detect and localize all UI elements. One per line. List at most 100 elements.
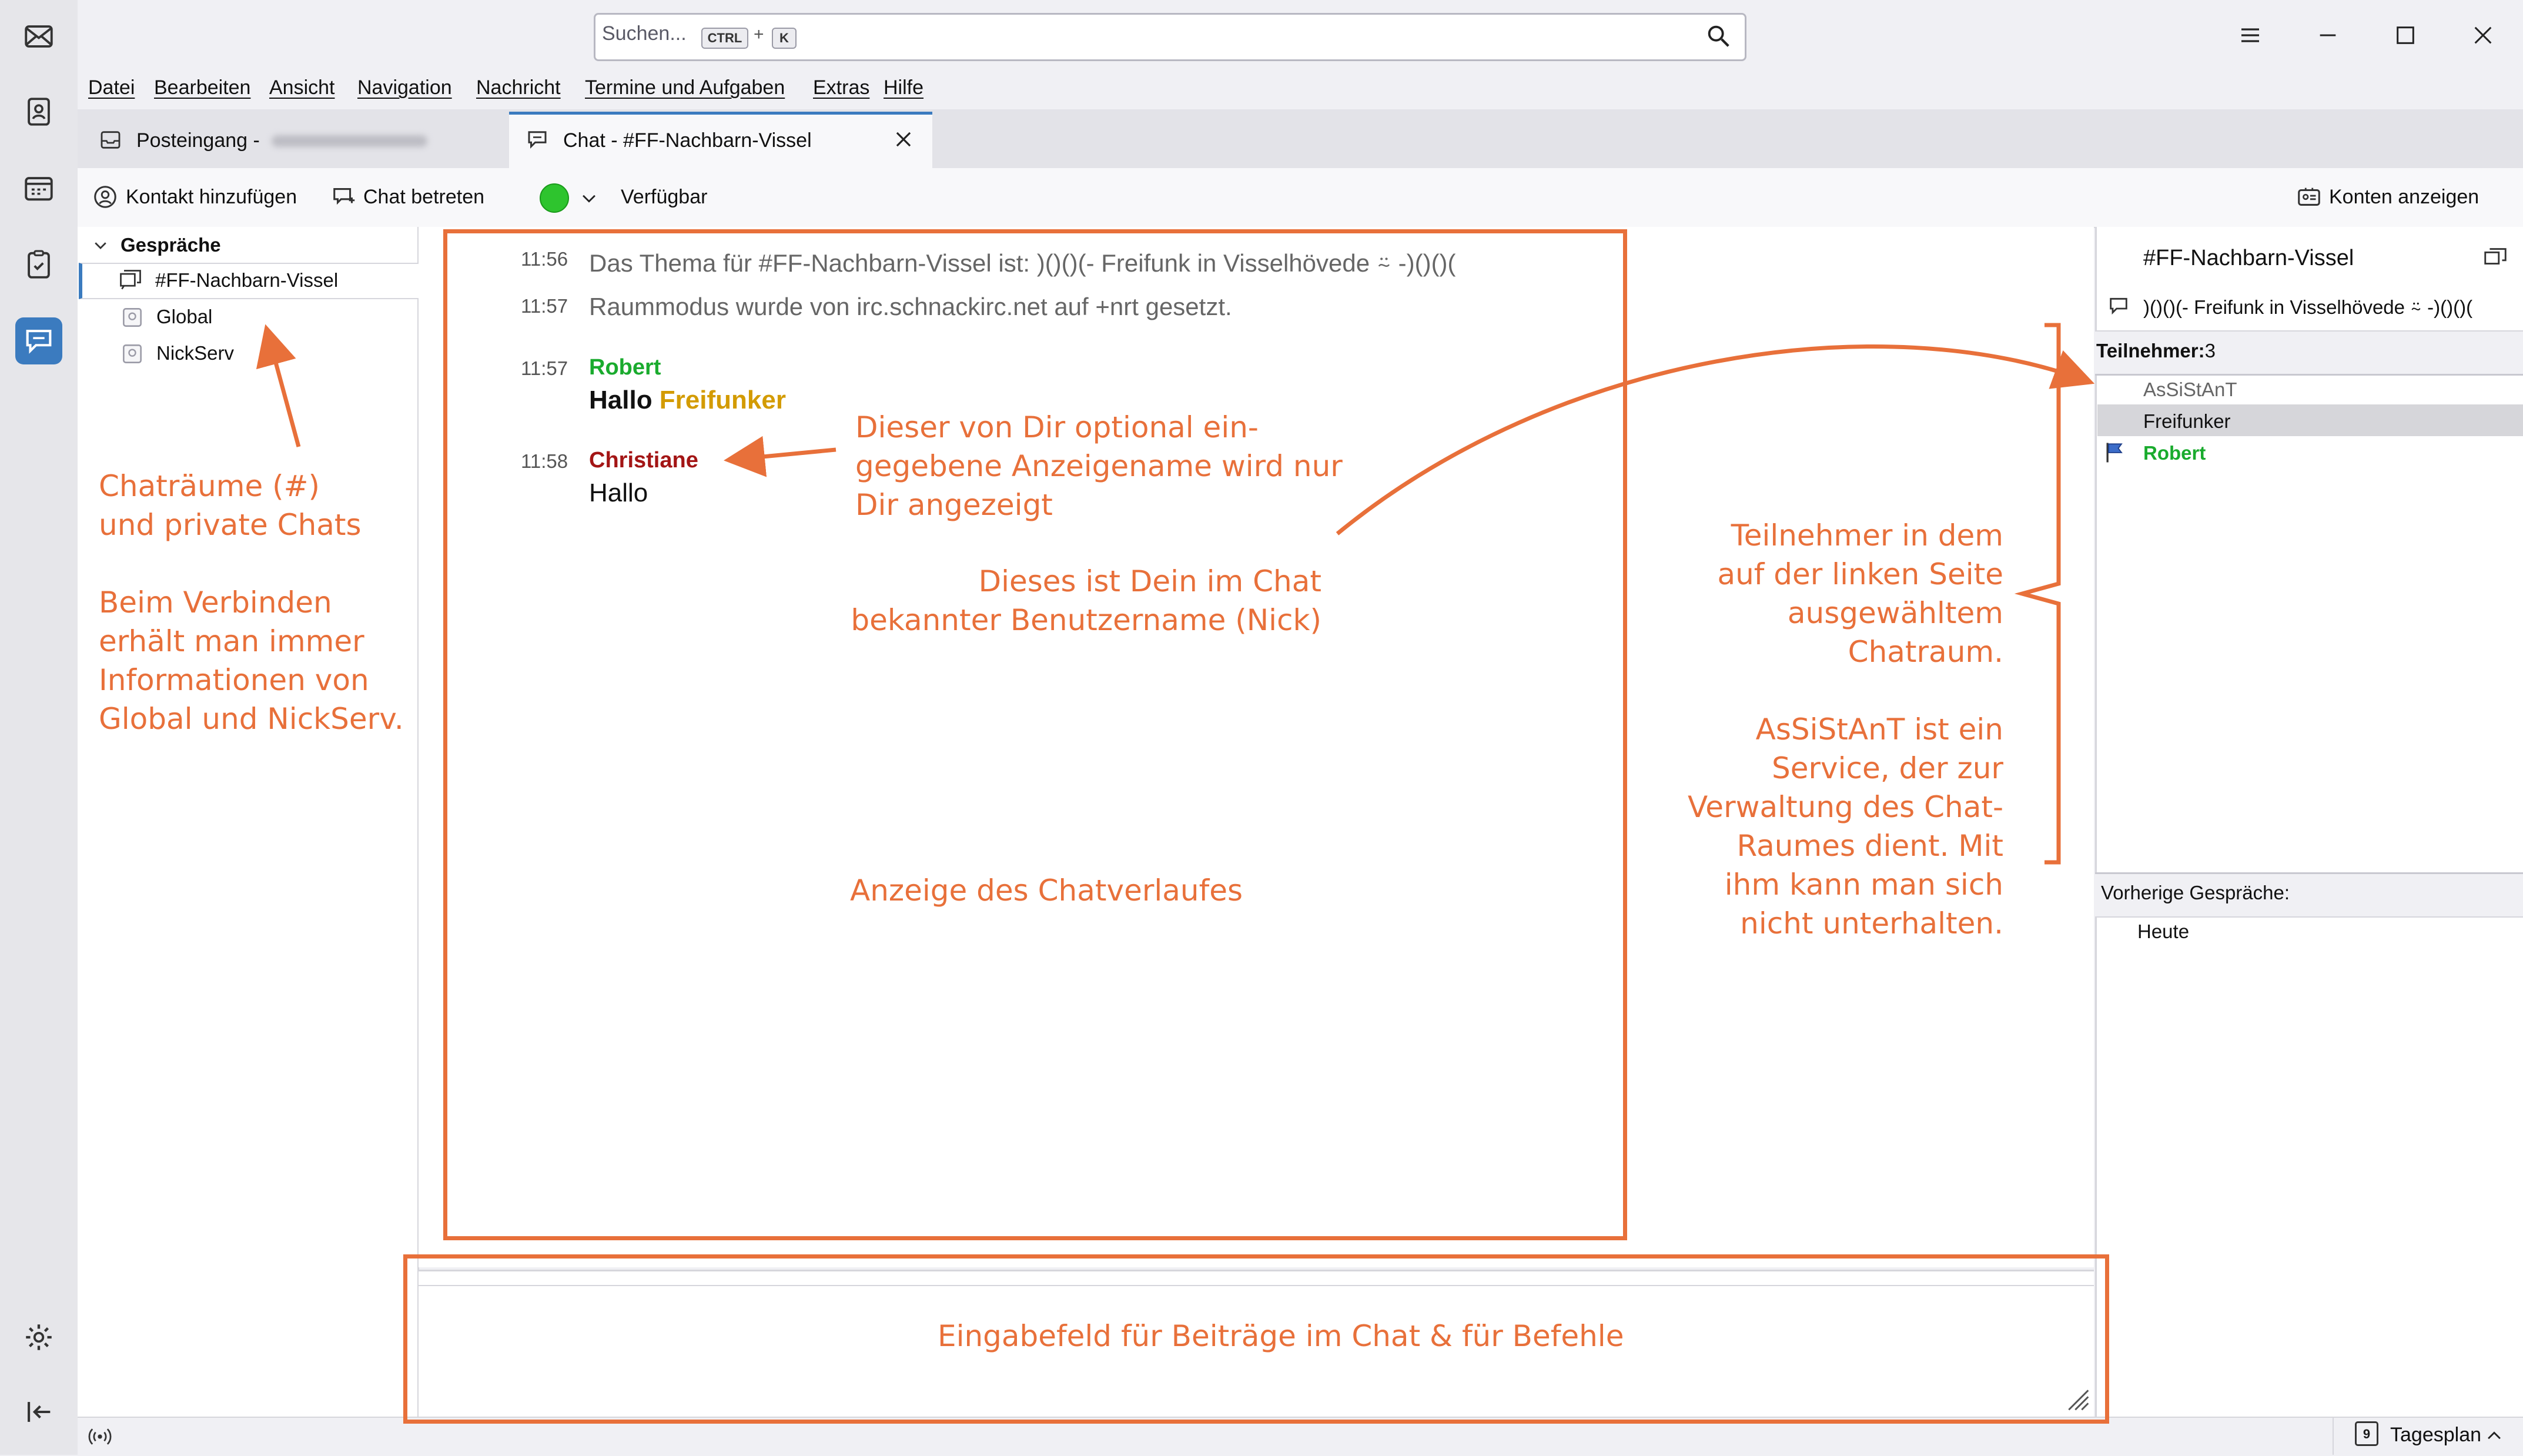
close-window-icon[interactable] [2471,24,2495,47]
menu-ansicht[interactable]: Ansicht [269,76,335,99]
tab-inbox-label: Posteingang - [136,129,260,152]
annotation-line: Informationen von [99,663,369,697]
annotation-display-name: Dieser von Dir optional ein- gegebene An… [855,408,1343,524]
annotation-chatrooms: Chaträume (#) und private Chats Beim Ver… [99,467,404,738]
menu-datei[interactable]: Datei [88,76,135,99]
room-name: #FF-Nachbarn-Vissel [2143,246,2354,270]
annotation-line: bekannter Benutzername (Nick) [851,603,1321,637]
room-chat-icon[interactable] [2482,243,2509,270]
tasks-space-button[interactable] [15,241,62,288]
annotation-line: AsSiStAnT ist ein [1755,712,2003,747]
private-chat-icon [123,308,142,327]
private-chat-icon [123,344,142,363]
collapse-chevron-icon[interactable] [92,236,109,254]
kbd-plus: + [754,25,764,44]
participant-item[interactable]: AsSiStAnT [2143,379,2237,401]
annotation-line: Teilnehmer in dem [1731,518,2003,553]
today-pane-icon[interactable]: 9 [2355,1421,2378,1446]
calendar-space-button[interactable] [15,165,62,212]
annotation-line: Service, der zur [1771,751,2003,785]
menu-hilfe[interactable]: Hilfe [884,76,923,99]
participant-item[interactable]: Robert [2143,442,2206,464]
redacted-account [272,135,427,147]
spaces-toolbar [0,0,79,1455]
app-menu-icon[interactable] [2238,24,2262,47]
chat-icon [26,330,52,354]
participants-label: Teilnehmer:3 [2096,340,2216,362]
menu-navigation[interactable]: Navigation [357,76,452,99]
status-indicator[interactable] [540,183,569,213]
add-contact-icon[interactable] [92,183,119,210]
search-input[interactable] [594,13,1746,61]
annotation-line: Dir angezeigt [855,488,1053,522]
conversations-pane [78,227,419,1417]
menu-extras[interactable]: Extras [813,76,869,99]
calendar-icon [25,177,53,201]
kbd-k: K [772,28,797,49]
annotation-line: Raumes dient. Mit [1736,829,2004,863]
annotation-frame-history [443,229,1627,1240]
chat-space-button[interactable] [15,317,62,364]
conversation-item-ff[interactable]: #FF-Nachbarn-Vissel [155,269,338,292]
annotation-line: und private Chats [99,508,362,542]
room-topic: )()()(- Freifunk in Visselhövede ⍨ -)()(… [2143,296,2473,318]
maximize-icon[interactable] [2394,24,2417,47]
menu-nachricht[interactable]: Nachricht [476,76,561,99]
conversations-header: Gespräche [121,234,221,256]
annotation-participants: Teilnehmer in dem auf der linken Seite a… [1646,516,2003,943]
mail-space-button[interactable] [15,13,62,60]
annotation-nick: Dieses ist Dein im Chat bekannter Benutz… [841,562,1321,640]
annotation-line: nicht unterhalten. [1740,906,2003,940]
operator-flag-icon [2106,443,2123,463]
annotation-line: Beim Verbinden [99,585,332,620]
tasks-icon [28,250,50,279]
participants-count: 3 [2204,340,2216,362]
join-chat-button[interactable]: Chat betreten [363,186,484,209]
participant-item[interactable]: Freifunker [2143,410,2231,433]
annotation-line: ihm kann man sich [1724,868,2003,902]
chevron-down-icon[interactable] [579,188,599,208]
menu-termine[interactable]: Termine und Aufgaben [585,76,785,99]
annotation-line: Dieses ist Dein im Chat [978,564,1321,598]
menu-bearbeiten[interactable]: Bearbeiten [154,76,250,99]
chatroom-icon [120,270,141,290]
minimize-icon[interactable] [2316,24,2340,47]
online-status-icon[interactable] [87,1424,113,1450]
annotation-history: Anzeige des Chatverlaufes [850,873,1243,908]
annotation-line: Global und NickServ. [99,702,404,736]
addressbook-space-button[interactable] [15,88,62,135]
annotation-input: Eingabefeld für Beiträge im Chat & für B… [938,1319,1624,1353]
chevron-up-icon[interactable] [2484,1426,2504,1446]
addressbook-icon [28,98,50,126]
annotation-line: ausgewähltem [1787,596,2003,630]
search-placeholder: Suchen... [602,22,687,45]
annotation-line: Chaträume (#) [99,469,320,503]
search-icon[interactable] [1705,22,1732,49]
annotation-line: Dieser von Dir optional ein- [855,410,1259,444]
annotation-line: gegebene Anzeigename wird nur [855,449,1343,483]
settings-space-button[interactable] [15,1314,62,1361]
status-divider [2333,1417,2334,1455]
participants-label-text: Teilnehmer: [2096,340,2205,362]
close-tab-icon[interactable] [892,128,915,150]
gear-icon [26,1324,52,1350]
annotation-line: auf der linken Seite [1717,557,2003,591]
annotation-line: erhält man immer [99,624,364,658]
show-accounts-button[interactable]: Konten anzeigen [2329,186,2479,209]
annotation-line: Verwaltung des Chat- [1687,790,2003,824]
join-chat-icon[interactable] [331,183,358,210]
add-contact-button[interactable]: Kontakt hinzufügen [126,186,297,209]
topic-icon [2110,297,2127,315]
collapse-spaces-button[interactable] [15,1388,62,1435]
chat-tab-icon [528,131,547,149]
conversation-item-nickserv[interactable]: NickServ [156,342,234,364]
kbd-ctrl: CTRL [701,28,748,49]
annotation-spacer [99,544,404,583]
status-label[interactable]: Verfügbar [621,186,707,209]
inbox-icon [101,131,121,149]
previous-conversation-item[interactable]: Heute [2137,921,2189,943]
accounts-icon[interactable] [2296,183,2323,210]
conversation-item-global[interactable]: Global [156,306,212,328]
today-pane-label[interactable]: Tagesplan [2390,1424,2481,1447]
collapse-left-icon [28,1402,51,1422]
